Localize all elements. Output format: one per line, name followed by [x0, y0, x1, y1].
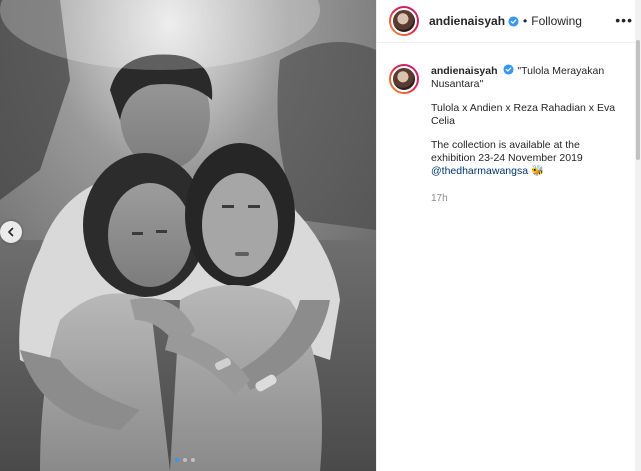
- caption: andienaisyah "Tulola Merayakan Nusantara…: [389, 64, 619, 205]
- post-header: andienaisyah • Following •••: [377, 0, 641, 43]
- scrollbar[interactable]: [635, 0, 641, 471]
- post-timestamp[interactable]: 17h: [431, 192, 619, 205]
- separator: •: [523, 14, 528, 28]
- bee-emoji: 🐝: [530, 165, 545, 177]
- carousel-prev-button[interactable]: [0, 221, 22, 243]
- scrollbar-thumb[interactable]: [636, 40, 640, 160]
- more-options-icon[interactable]: •••: [615, 13, 633, 27]
- verified-badge-icon: [508, 15, 519, 27]
- carousel-dot: [191, 458, 195, 462]
- post-image: [0, 0, 376, 471]
- mention-link[interactable]: @thedharmawangsa: [431, 165, 528, 177]
- verified-badge-icon: [503, 64, 514, 75]
- post-sidebar: andienaisyah • Following ••• andienaisya…: [376, 0, 641, 471]
- caption-body: andienaisyah "Tulola Merayakan Nusantara…: [431, 64, 619, 205]
- post-photo[interactable]: [0, 0, 376, 471]
- following-button[interactable]: Following: [531, 14, 582, 28]
- caption-text: The collection is available at the exhib…: [431, 139, 583, 164]
- carousel-dot-active: [175, 458, 179, 462]
- caption-username[interactable]: andienaisyah: [431, 65, 498, 77]
- caption-avatar[interactable]: [389, 64, 419, 94]
- instagram-post: andienaisyah • Following ••• andienaisya…: [0, 0, 641, 471]
- avatar[interactable]: [389, 6, 419, 36]
- carousel-indicator: [175, 458, 195, 462]
- header-username[interactable]: andienaisyah: [429, 14, 505, 28]
- caption-credits: Tulola x Andien x Reza Rahadian x Eva Ce…: [431, 102, 616, 127]
- chevron-left-icon: [8, 227, 14, 237]
- carousel-dot: [183, 458, 187, 462]
